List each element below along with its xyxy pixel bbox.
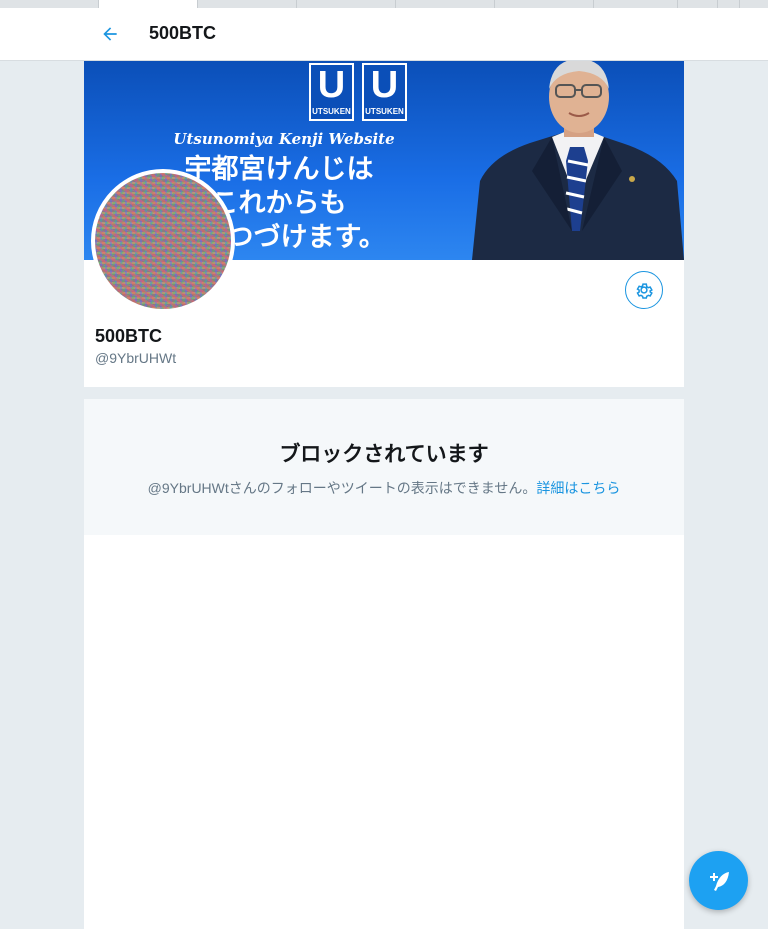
browser-tab[interactable] (0, 0, 99, 8)
browser-tab-active[interactable] (99, 0, 198, 8)
learn-more-link[interactable]: 詳細はこちら (536, 480, 620, 496)
profile-name: 500BTC (95, 326, 163, 346)
blocked-description: @9YbrUHWtさんのフォローやツイートの表示はできません。詳細はこちら (84, 478, 684, 498)
gear-icon (636, 283, 653, 299)
browser-tab[interactable] (297, 0, 396, 8)
back-button[interactable] (96, 20, 124, 48)
utsuken-logo: U UTSUKEN (309, 63, 354, 121)
top-header: 500BTC (0, 8, 768, 61)
browser-tab[interactable] (495, 0, 594, 8)
browser-tab[interactable] (198, 0, 297, 8)
banner-subtitle: Utsunomiya Kenji Website (173, 130, 395, 148)
browser-tab-strip (0, 0, 768, 8)
compose-tweet-icon (709, 871, 729, 891)
blocked-description-text: @9YbrUHWtさんのフォローやツイートの表示はできません。 (147, 480, 537, 496)
blocked-title: ブロックされています (279, 443, 489, 466)
profile-handle: @9YbrUHWt (95, 350, 177, 366)
timeline-empty-area (84, 535, 684, 929)
utsuken-logos: U UTSUKEN U UTSUKEN (309, 63, 407, 121)
avatar[interactable] (91, 169, 235, 313)
header-title: 500BTC (149, 23, 217, 43)
settings-button[interactable] (625, 271, 663, 309)
browser-tab[interactable] (718, 0, 740, 8)
browser-tab[interactable] (594, 0, 678, 8)
browser-tab[interactable] (396, 0, 495, 8)
utsuken-logo: U UTSUKEN (362, 63, 407, 121)
compose-tweet-button[interactable] (689, 851, 748, 910)
portrait-image (472, 61, 684, 260)
browser-tab[interactable] (678, 0, 718, 8)
arrow-left-icon (103, 27, 117, 41)
